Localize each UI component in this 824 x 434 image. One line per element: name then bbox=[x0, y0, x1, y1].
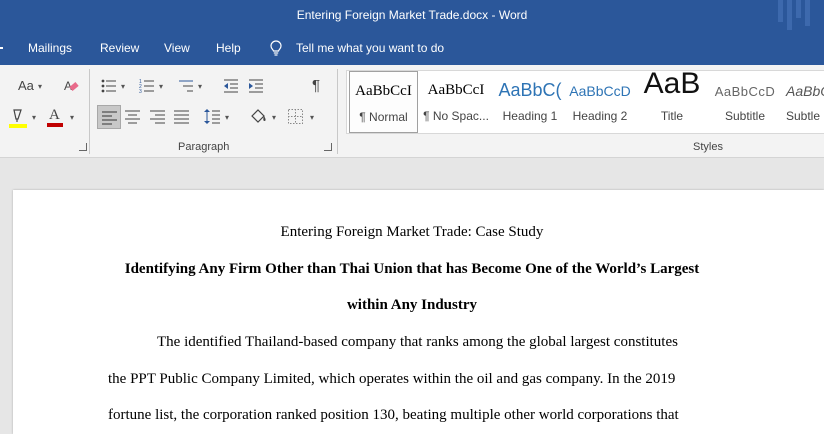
group-divider bbox=[89, 69, 90, 154]
tell-me-search[interactable]: Tell me what you want to do bbox=[296, 41, 444, 55]
truncated-tab-indicator bbox=[0, 47, 3, 49]
tab-help[interactable]: Help bbox=[216, 41, 241, 55]
change-case-button[interactable]: Aa bbox=[18, 78, 34, 94]
title-decoration-bar bbox=[796, 0, 801, 18]
style-name: ¶ No Spac... bbox=[423, 109, 489, 123]
align-right-icon[interactable] bbox=[150, 109, 165, 124]
font-color-swatch bbox=[47, 123, 63, 127]
style-name: Heading 1 bbox=[502, 109, 558, 123]
highlight-swatch bbox=[9, 124, 27, 128]
body-paragraph-line: fortune list, the corporation ranked pos… bbox=[108, 407, 679, 423]
style-name: Subtle E bbox=[786, 109, 824, 123]
tab-view[interactable]: View bbox=[164, 41, 190, 55]
shading-icon[interactable] bbox=[249, 107, 267, 125]
chevron-down-icon: ▾ bbox=[38, 82, 43, 91]
align-center-icon[interactable] bbox=[125, 109, 140, 124]
body-paragraph-line: The identified Thailand-based company th… bbox=[157, 334, 678, 350]
font-dialog-launcher[interactable] bbox=[79, 143, 87, 151]
chevron-down-icon: ▾ bbox=[70, 113, 75, 122]
title-bar: Entering Foreign Market Trade.docx - Wor… bbox=[0, 0, 824, 32]
bullets-icon[interactable] bbox=[101, 78, 117, 94]
ribbon: Aa ▾ A ▾ A ▾ ▾ 1 2 3 ▾ ▾ ¶ ▾ ▾ ▾ Paragra… bbox=[0, 65, 824, 158]
style-preview: AaBbCcI bbox=[427, 82, 485, 98]
document-title: Entering Foreign Market Trade: Case Stud… bbox=[280, 224, 544, 240]
style-preview: AaBbCcD bbox=[714, 84, 776, 99]
style-subtitle[interactable]: AaBbCcD Subtitle bbox=[712, 71, 778, 133]
paragraph-dialog-launcher[interactable] bbox=[324, 143, 332, 151]
body-paragraph-line: the PPT Public Company Limited, which op… bbox=[108, 371, 676, 387]
ribbon-tabs: Mailings Review View Help Tell me what y… bbox=[0, 32, 824, 65]
document-heading: Identifying Any Firm Other than Thai Uni… bbox=[124, 261, 700, 277]
chevron-down-icon: ▾ bbox=[121, 82, 126, 91]
font-color-button[interactable]: A bbox=[49, 107, 60, 123]
window-title: Entering Foreign Market Trade.docx - Wor… bbox=[0, 8, 824, 22]
style-name: Title bbox=[660, 109, 684, 123]
chevron-down-icon: ▾ bbox=[225, 113, 230, 122]
style-name: Subtitle bbox=[724, 109, 766, 123]
app-name: Word bbox=[498, 8, 528, 22]
style-name: Heading 2 bbox=[572, 109, 628, 123]
chevron-down-icon: ▾ bbox=[159, 82, 164, 91]
title-decoration-bar bbox=[787, 0, 792, 30]
borders-icon[interactable] bbox=[288, 109, 303, 124]
style-preview: AaBbC( bbox=[498, 80, 562, 100]
styles-group-label: Styles bbox=[693, 141, 723, 153]
style-preview: AaBbC bbox=[786, 83, 824, 99]
style-name: ¶ Normal bbox=[359, 110, 408, 124]
style-preview: AaB bbox=[643, 71, 701, 100]
paragraph-group-label: Paragraph bbox=[178, 141, 230, 153]
chevron-down-icon: ▾ bbox=[198, 82, 203, 91]
decrease-indent-icon[interactable] bbox=[223, 78, 239, 94]
show-formatting-marks-button[interactable]: ¶ bbox=[312, 78, 320, 94]
style-no-spacing[interactable]: AaBbCcI ¶ No Spac... bbox=[420, 71, 492, 133]
justify-icon[interactable] bbox=[174, 109, 189, 124]
style-normal[interactable]: AaBbCcI ¶ Normal bbox=[349, 71, 418, 133]
tab-mailings[interactable]: Mailings bbox=[28, 41, 72, 55]
chevron-down-icon: ▾ bbox=[310, 113, 315, 122]
title-decoration-bar bbox=[805, 0, 810, 26]
style-preview: AaBbCcD bbox=[569, 83, 631, 99]
highlight-color-button[interactable] bbox=[8, 107, 28, 129]
title-separator: - bbox=[488, 8, 499, 22]
style-subtle-emphasis[interactable]: AaBbC Subtle E bbox=[780, 71, 824, 133]
increase-indent-icon[interactable] bbox=[248, 78, 264, 94]
line-spacing-icon[interactable] bbox=[204, 108, 220, 125]
chevron-down-icon: ▾ bbox=[32, 113, 37, 122]
title-decoration-bar bbox=[778, 0, 783, 22]
styles-gallery: AaBbCcI ¶ Normal AaBbCcI ¶ No Spac... Aa… bbox=[346, 70, 824, 134]
document-name: Entering Foreign Market Trade.docx bbox=[296, 8, 489, 22]
style-heading-2[interactable]: AaBbCcD Heading 2 bbox=[568, 71, 632, 133]
style-heading-1[interactable]: AaBbC( Heading 1 bbox=[494, 71, 566, 133]
tab-review[interactable]: Review bbox=[100, 41, 139, 55]
lightbulb-icon bbox=[270, 40, 282, 56]
style-title[interactable]: AaB Title bbox=[634, 71, 710, 133]
style-preview: AaBbCcI bbox=[355, 83, 412, 99]
align-left-button-active[interactable] bbox=[97, 105, 121, 129]
multilevel-list-icon[interactable] bbox=[178, 78, 194, 94]
svg-text:3: 3 bbox=[139, 89, 142, 94]
align-left-icon bbox=[102, 111, 117, 125]
clear-formatting-button[interactable]: A bbox=[63, 78, 79, 94]
numbering-icon[interactable]: 1 2 3 bbox=[139, 78, 155, 94]
group-divider bbox=[337, 69, 338, 154]
chevron-down-icon: ▾ bbox=[272, 113, 277, 122]
document-heading-continued: within Any Industry bbox=[346, 297, 478, 313]
